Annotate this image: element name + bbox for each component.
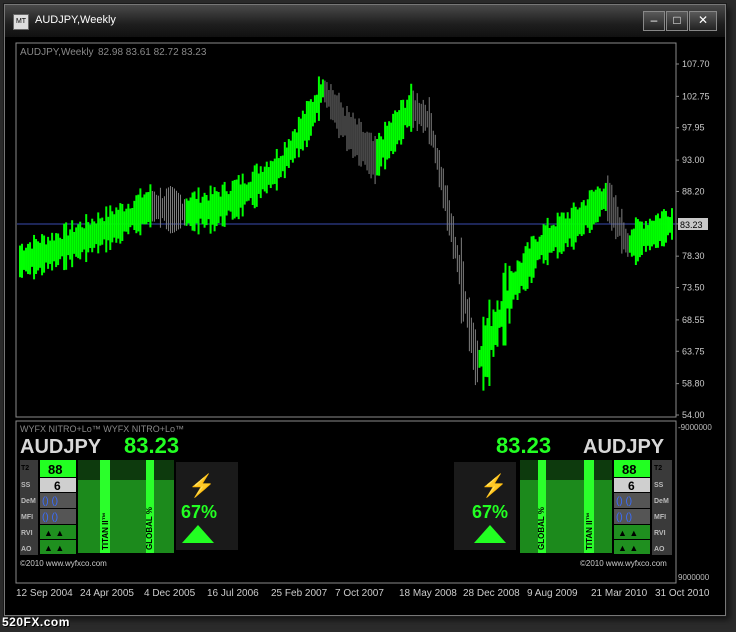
nitro-panel-left: AUDJPY 83.23 88 6 () () () () ▲ ▲ ▲ ▲ T2…: [20, 433, 238, 555]
panel-percent: 67%: [472, 502, 508, 522]
global-label: GLOBAL %: [145, 507, 154, 550]
chart-header: AUDJPY,Weekly: [20, 47, 94, 58]
y-axis-ticks: 107.70 102.75 97.95 93.00 88.20 78.30 73.50 68.…: [676, 59, 710, 420]
row-label: MFI: [654, 514, 666, 521]
x-tick-label: 12 Sep 2004: [16, 588, 73, 599]
indicator-ytop: -9000000: [678, 423, 712, 432]
titan-label: TITAN II™: [101, 512, 110, 550]
x-tick-label: 9 Aug 2009: [527, 588, 578, 599]
svg-text:() (): () (): [42, 512, 58, 523]
price-bars: [19, 76, 673, 391]
panel-value1: 88: [622, 462, 636, 477]
x-tick-label: 7 Oct 2007: [335, 588, 384, 599]
lightning-icon: ⚡: [480, 473, 507, 499]
x-tick-label: 21 Mar 2010: [591, 588, 648, 599]
svg-text:▲ ▲: ▲ ▲: [44, 528, 64, 538]
row-label: T2: [21, 465, 29, 472]
svg-text:▲ ▲: ▲ ▲: [618, 543, 638, 553]
panel-symbol: AUDJPY: [583, 436, 665, 458]
global-label: GLOBAL %: [537, 507, 546, 550]
panel-value2: 6: [54, 479, 61, 493]
panel-value2: 6: [628, 479, 635, 493]
y-tick-label: 102.75: [682, 91, 710, 101]
y-tick-label: 73.50: [682, 283, 705, 293]
panel-symbol: AUDJPY: [20, 436, 102, 458]
x-tick-label: 24 Apr 2005: [80, 588, 134, 599]
panel-price: 83.23: [496, 433, 551, 458]
row-label: DeM: [21, 498, 36, 505]
x-tick-label: 28 Dec 2008: [463, 588, 520, 599]
y-tick-label: 58.80: [682, 379, 705, 389]
price-chart[interactable]: 107.70 102.75 97.95 93.00 88.20 78.30 73.50 68.…: [0, 0, 736, 632]
x-tick-label: 4 Dec 2005: [144, 588, 196, 599]
nitro-panel-right: 83.23 AUDJPY ⚡ 67% GLOBAL % TITAN II™ 88…: [454, 433, 672, 555]
row-label: SS: [654, 482, 664, 489]
svg-text:() (): () (): [616, 496, 632, 507]
lightning-icon: ⚡: [188, 473, 215, 499]
row-label: T2: [654, 465, 662, 472]
y-tick-label: 97.95: [682, 123, 705, 133]
x-tick-label: 31 Oct 2010: [655, 588, 710, 599]
y-tick-label: 78.30: [682, 251, 705, 261]
copyright-left: ©2010 www.wyfxco.com: [20, 559, 107, 568]
x-tick-label: 25 Feb 2007: [271, 588, 328, 599]
panel-value1: 88: [48, 462, 62, 477]
x-tick-label: 18 May 2008: [399, 588, 457, 599]
svg-text:▲ ▲: ▲ ▲: [618, 528, 638, 538]
y-tick-label: 93.00: [682, 155, 705, 165]
row-label: AO: [654, 546, 665, 553]
y-tick-label: 107.70: [682, 59, 710, 69]
panel-price: 83.23: [124, 433, 179, 458]
titan-label: TITAN II™: [585, 512, 594, 550]
ohlc-readout: 82.98 83.61 82.72 83.23: [98, 47, 207, 58]
svg-text:▲ ▲: ▲ ▲: [44, 543, 64, 553]
y-tick-label: 68.55: [682, 315, 705, 325]
brand-watermark: 520FX.com: [2, 615, 70, 629]
y-tick-label: 88.20: [682, 186, 705, 196]
y-tick-label: 54.00: [682, 410, 705, 420]
row-label: SS: [21, 482, 31, 489]
row-label: MFI: [21, 514, 33, 521]
price-tag: 83.23: [680, 220, 703, 230]
indicator-ybottom: 9000000: [678, 573, 710, 582]
row-label: DeM: [654, 498, 669, 505]
svg-text:() (): () (): [616, 512, 632, 523]
row-label: RVI: [654, 530, 666, 537]
y-tick-label: 63.75: [682, 346, 705, 356]
row-label: RVI: [21, 530, 33, 537]
row-label: AO: [21, 546, 32, 553]
svg-text:() (): () (): [42, 496, 58, 507]
x-tick-label: 16 Jul 2006: [207, 588, 259, 599]
copyright-right: ©2010 www.wyfxco.com: [580, 559, 667, 568]
panel-percent: 67%: [181, 502, 217, 522]
